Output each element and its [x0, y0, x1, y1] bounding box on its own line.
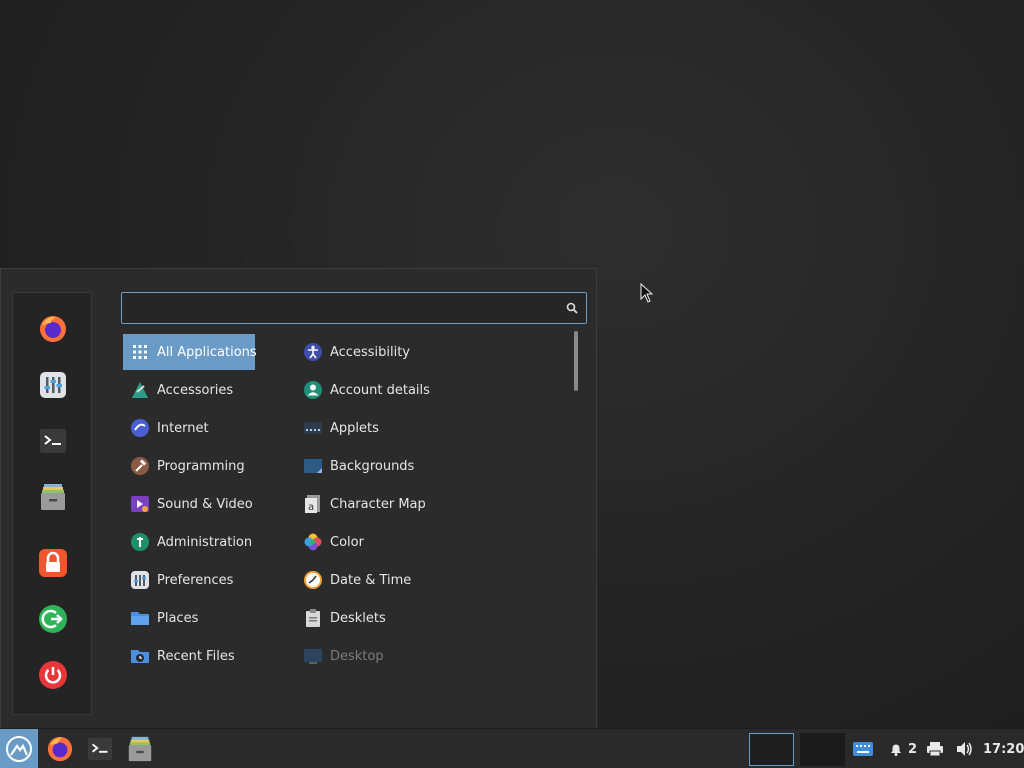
printer-icon [927, 742, 943, 757]
accessibility-icon [303, 342, 323, 362]
app-account-details[interactable]: Account details [303, 372, 563, 408]
app-label: Accessibility [330, 344, 410, 360]
app-label: Backgrounds [330, 458, 415, 474]
account-icon [303, 380, 323, 400]
category-label: Internet [157, 420, 209, 436]
category-label: Administration [157, 534, 253, 550]
files-icon [41, 484, 65, 510]
favorites-sidebar [12, 292, 92, 715]
firefox-icon [47, 736, 73, 762]
app-label: Desklets [330, 610, 386, 626]
menu-logo-icon [6, 736, 32, 762]
clock: 17:20 [983, 741, 1024, 757]
clock-tray[interactable]: 17:20 [983, 729, 1024, 768]
files-icon [128, 736, 152, 762]
category-preferences[interactable]: Preferences [123, 562, 255, 598]
workspace-2[interactable] [800, 733, 845, 766]
category-accessories[interactable]: Accessories [123, 372, 255, 408]
app-backgrounds[interactable]: Backgrounds [303, 448, 563, 484]
applets-icon [303, 418, 323, 438]
character-map-icon: a [303, 494, 323, 514]
taskbar: 2 17:20 [0, 728, 1024, 768]
app-character-map[interactable]: a Character Map [303, 486, 563, 522]
clock-icon [303, 570, 323, 590]
terminal-icon [40, 429, 66, 453]
hammer-icon [130, 456, 150, 476]
lock-screen-icon [39, 549, 67, 577]
app-list-scrollbar[interactable] [574, 331, 578, 391]
multimedia-icon [130, 494, 150, 514]
search-input[interactable] [122, 293, 586, 323]
category-label: Preferences [157, 572, 234, 588]
volume-icon [957, 742, 972, 756]
mouse-cursor-icon [640, 283, 654, 303]
grid-icon [130, 342, 150, 362]
app-label: Applets [330, 420, 379, 436]
lock-screen-button[interactable] [36, 546, 70, 580]
start-menu: All Applications Accessories Internet Pr… [0, 268, 597, 728]
category-internet[interactable]: Internet [123, 410, 255, 446]
favorite-files[interactable] [36, 480, 70, 514]
accessories-icon [130, 380, 150, 400]
category-administration[interactable]: Administration [123, 524, 255, 560]
notifications-tray[interactable]: 2 [888, 729, 917, 768]
svg-text:a: a [308, 502, 314, 513]
category-label: Programming [157, 458, 245, 474]
app-label: Desktop [330, 648, 384, 664]
app-label: Account details [330, 382, 430, 398]
notification-count: 2 [908, 741, 918, 757]
category-label: Sound & Video [157, 496, 253, 512]
app-desktop[interactable]: Desktop [303, 638, 563, 674]
logout-icon [39, 605, 67, 633]
favorite-firefox[interactable] [36, 312, 70, 346]
category-label: Places [157, 610, 199, 626]
administration-icon [130, 532, 150, 552]
backgrounds-icon [303, 456, 323, 476]
app-desklets[interactable]: Desklets [303, 600, 563, 636]
internet-icon [130, 418, 150, 438]
volume-tray[interactable] [956, 729, 974, 768]
category-sound-video[interactable]: Sound & Video [123, 486, 255, 522]
app-label: Color [330, 534, 364, 550]
favorite-settings[interactable] [36, 368, 70, 402]
app-label: Character Map [330, 496, 426, 512]
app-label: Date & Time [330, 572, 412, 588]
workspace-1[interactable] [749, 733, 794, 766]
menu-button[interactable] [0, 729, 38, 768]
category-places[interactable]: Places [123, 600, 255, 636]
keyboard-tray[interactable] [852, 729, 874, 768]
taskbar-firefox[interactable] [44, 733, 76, 765]
terminal-icon [87, 737, 113, 761]
category-recent-files[interactable]: Recent Files [123, 638, 255, 674]
desktop-icon [303, 646, 323, 666]
app-date-time[interactable]: Date & Time [303, 562, 563, 598]
printer-tray[interactable] [926, 729, 944, 768]
power-icon [39, 661, 67, 689]
search-box[interactable] [121, 292, 587, 324]
search-icon [566, 302, 578, 314]
category-label: Accessories [157, 382, 234, 398]
recent-files-icon [130, 646, 150, 666]
color-icon [303, 532, 323, 552]
app-applets[interactable]: Applets [303, 410, 563, 446]
category-label: All Applications [157, 344, 257, 360]
bell-icon [891, 744, 901, 756]
shutdown-button[interactable] [36, 658, 70, 692]
app-color[interactable]: Color [303, 524, 563, 560]
preferences-icon [130, 570, 150, 590]
favorite-terminal[interactable] [36, 424, 70, 458]
category-programming[interactable]: Programming [123, 448, 255, 484]
firefox-icon [40, 316, 66, 342]
app-accessibility[interactable]: Accessibility [303, 334, 563, 370]
logout-button[interactable] [36, 602, 70, 636]
desklets-icon [303, 608, 323, 628]
keyboard-icon [853, 742, 873, 756]
settings-icon [40, 372, 66, 398]
category-label: Recent Files [157, 648, 235, 664]
folder-icon [130, 608, 150, 628]
taskbar-files[interactable] [124, 733, 156, 765]
category-all-applications[interactable]: All Applications [123, 334, 257, 370]
taskbar-terminal[interactable] [84, 733, 116, 765]
